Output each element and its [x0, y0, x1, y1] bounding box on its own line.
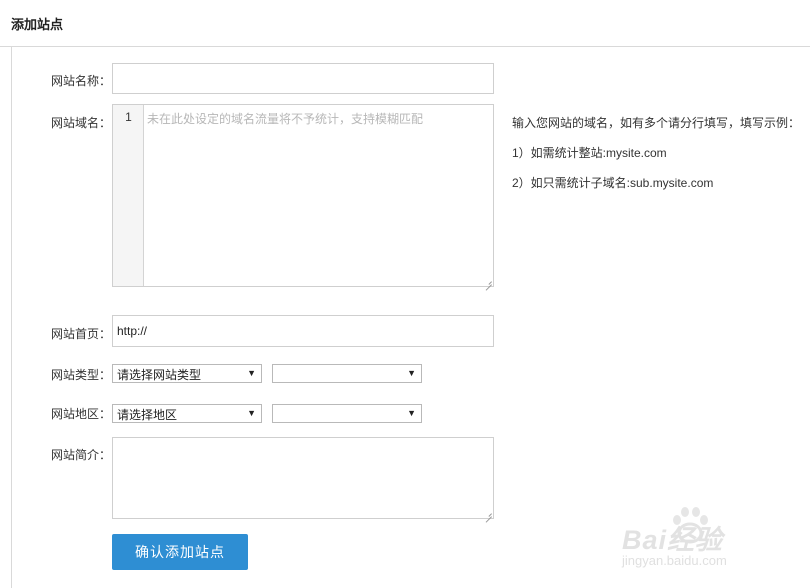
chevron-down-icon: ▼: [407, 408, 416, 418]
site-homepage-label: 网站首页：: [51, 327, 112, 341]
site-region-select[interactable]: 请选择地区 ▼: [112, 404, 262, 423]
line-number-gutter: 1: [113, 105, 144, 286]
site-type-label: 网站类型：: [51, 368, 112, 382]
line-number: 1: [125, 110, 132, 124]
chevron-down-icon: ▼: [247, 408, 256, 418]
site-name-label: 网站名称：: [51, 74, 112, 88]
watermark-brand: Bai经验: [622, 525, 724, 555]
confirm-add-site-button[interactable]: 确认添加站点: [112, 534, 248, 570]
resize-grip-icon[interactable]: [484, 277, 492, 285]
site-type-select[interactable]: 请选择网站类型 ▼: [112, 364, 262, 383]
site-intro-textarea[interactable]: [112, 437, 494, 519]
site-region-label: 网站地区：: [51, 407, 112, 421]
site-name-input[interactable]: [112, 63, 494, 94]
domain-help-example-2: 2）如只需统计子域名:sub.mysite.com: [512, 176, 714, 190]
site-subtype-select[interactable]: ▼: [272, 364, 422, 383]
resize-grip-icon[interactable]: [484, 509, 492, 517]
chevron-down-icon: ▼: [247, 368, 256, 378]
domain-help-text: 输入您网站的域名，如有多个请分行填写，填写示例：: [512, 116, 801, 130]
page-title: 添加站点: [11, 17, 64, 32]
site-region-select-value: 请选择地区: [117, 408, 178, 422]
site-homepage-input[interactable]: [112, 315, 494, 347]
site-subregion-select[interactable]: ▼: [272, 404, 422, 423]
domain-editor[interactable]: 1 未在此处设定的域名流量将不予统计，支持模糊匹配: [112, 104, 494, 287]
domain-help-example-1: 1）如需统计整站:mysite.com: [512, 146, 667, 160]
domain-input-placeholder: 未在此处设定的域名流量将不予统计，支持模糊匹配: [147, 112, 424, 126]
chevron-down-icon: ▼: [407, 368, 416, 378]
site-type-select-value: 请选择网站类型: [117, 368, 202, 382]
watermark-url: jingyan.baidu.com: [622, 553, 727, 568]
site-intro-label: 网站简介：: [51, 448, 112, 462]
site-domain-label: 网站域名：: [51, 116, 112, 130]
